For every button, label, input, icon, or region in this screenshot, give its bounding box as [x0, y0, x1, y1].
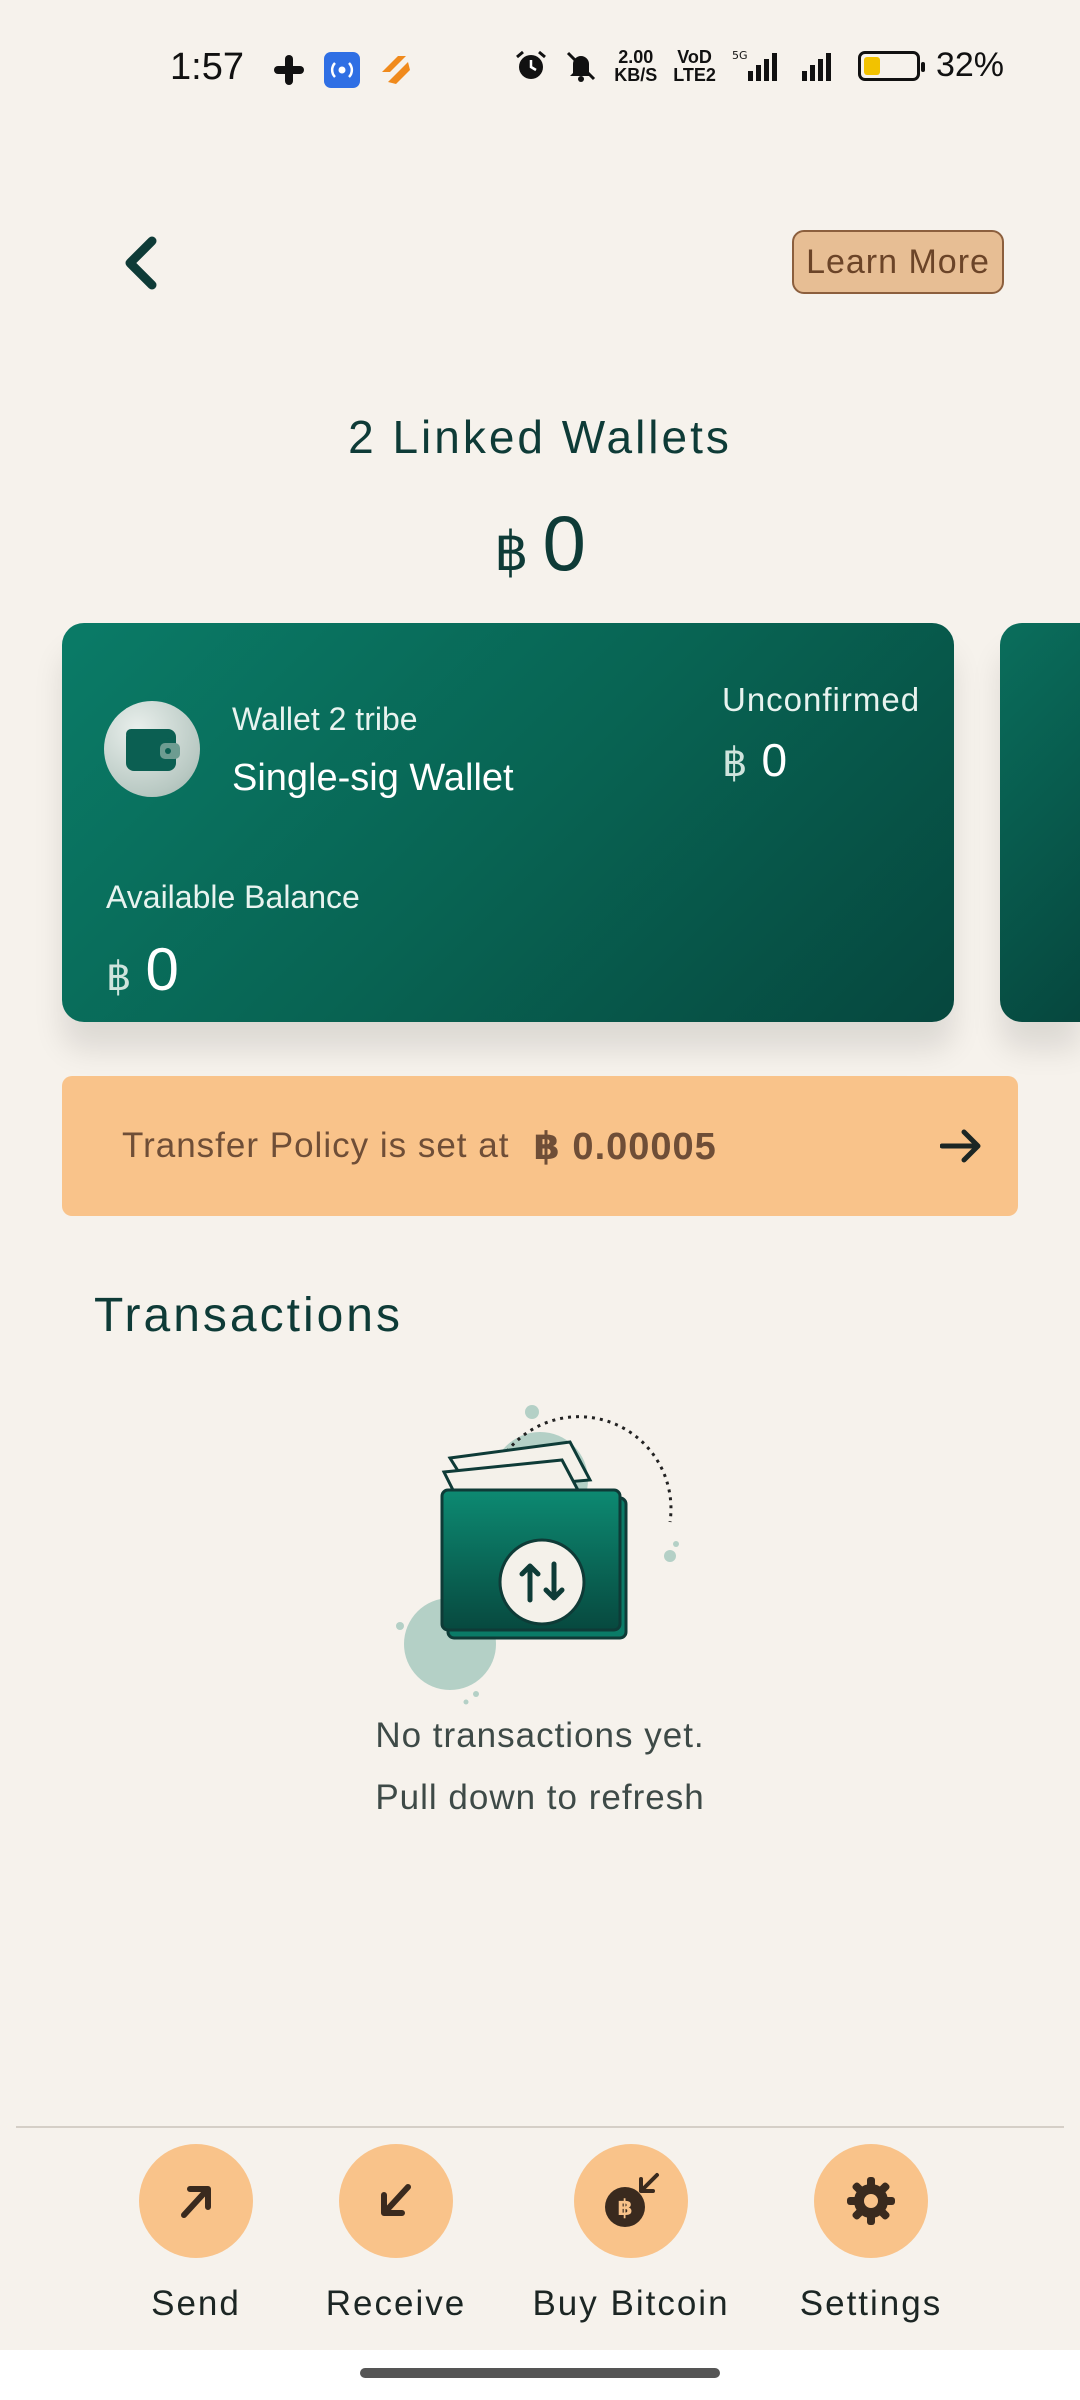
nav-receive-label: Receive [325, 2284, 467, 2323]
wallet-name: Wallet 2 tribe [232, 701, 418, 737]
unconfirmed-balance: ฿ 0 [722, 733, 787, 787]
nav-settings[interactable]: Settings [771, 2144, 971, 2324]
bitcoin-symbol: ฿ [722, 741, 748, 785]
nav-buy-bitcoin[interactable]: ฿ Buy Bitcoin [531, 2144, 731, 2324]
status-bar: 1:57 2.00 KB/S VoD LTE2 5G 32% [0, 0, 1080, 140]
gear-icon [814, 2144, 928, 2258]
app-icon [378, 52, 414, 88]
send-arrow-icon [139, 2144, 253, 2258]
battery-icon [857, 50, 925, 81]
notification-icons [272, 52, 414, 88]
learn-more-button[interactable]: Learn More [792, 230, 1004, 294]
chevron-left-icon [125, 236, 157, 290]
linked-wallets-title: 2 Linked Wallets [348, 411, 732, 463]
transfer-policy-value: ฿ 0.00005 [533, 1125, 717, 1168]
buy-bitcoin-icon: ฿ [574, 2144, 688, 2258]
signal-icon [798, 49, 842, 83]
arrow-right-icon [932, 1116, 992, 1176]
nav-buy-bitcoin-label: Buy Bitcoin [532, 2284, 730, 2323]
slack-icon [272, 53, 306, 87]
transfer-policy-text: Transfer Policy is set at [122, 1126, 510, 1165]
transactions-title: Transactions [94, 1289, 403, 1342]
receive-arrow-icon [339, 2144, 453, 2258]
nav-send-label: Send [151, 2284, 241, 2323]
available-balance: ฿ 0 [106, 935, 179, 1004]
bitcoin-symbol: ฿ [106, 955, 132, 999]
mute-icon [564, 49, 598, 83]
volte-line1: VoD [677, 46, 712, 67]
network-speed-value: 2.00 [618, 46, 654, 67]
status-time: 1:57 [170, 46, 244, 88]
wallet-type: Single-sig Wallet [232, 757, 514, 799]
transfer-policy-banner[interactable]: Transfer Policy is set at ฿ 0.00005 [62, 1076, 1018, 1216]
volte-indicator: VoD LTE2 [673, 48, 716, 84]
available-balance-value: 0 [145, 936, 179, 1003]
alarm-icon [514, 49, 548, 83]
unconfirmed-label: Unconfirmed [722, 681, 921, 718]
total-balance: ฿ 0 [0, 498, 1080, 589]
wallet-icon [104, 701, 200, 797]
signal-icon: 5G [732, 49, 782, 83]
svg-text:5G: 5G [732, 49, 748, 62]
network-speed-unit: KB/S [614, 64, 658, 85]
unconfirmed-value: 0 [761, 734, 788, 786]
empty-state-hint: Pull down to refresh [375, 1778, 705, 1817]
svg-text:฿: ฿ [617, 2196, 632, 2221]
available-balance-label: Available Balance [106, 879, 360, 915]
next-wallet-card[interactable] [1000, 623, 1080, 1022]
wallet-transfer-illustration [380, 1390, 700, 1710]
nav-settings-label: Settings [799, 2284, 943, 2323]
nav-divider [16, 2126, 1064, 2128]
volte-line2: LTE2 [673, 64, 716, 85]
nav-send[interactable]: Send [96, 2144, 296, 2324]
back-button[interactable] [110, 228, 170, 298]
system-status-icons: 2.00 KB/S VoD LTE2 5G 32% [514, 46, 1004, 85]
battery-percent: 32% [935, 46, 1004, 84]
empty-state-text: No transactions yet. [375, 1716, 705, 1755]
network-speed: 2.00 KB/S [614, 48, 657, 84]
total-balance-value: 0 [542, 499, 586, 587]
nav-receive[interactable]: Receive [296, 2144, 496, 2324]
bitcoin-symbol: ฿ [494, 522, 529, 582]
hotspot-icon [324, 52, 360, 88]
wallet-card[interactable]: Wallet 2 tribe Single-sig Wallet Unconfi… [62, 623, 954, 1022]
home-indicator[interactable] [360, 2368, 720, 2378]
